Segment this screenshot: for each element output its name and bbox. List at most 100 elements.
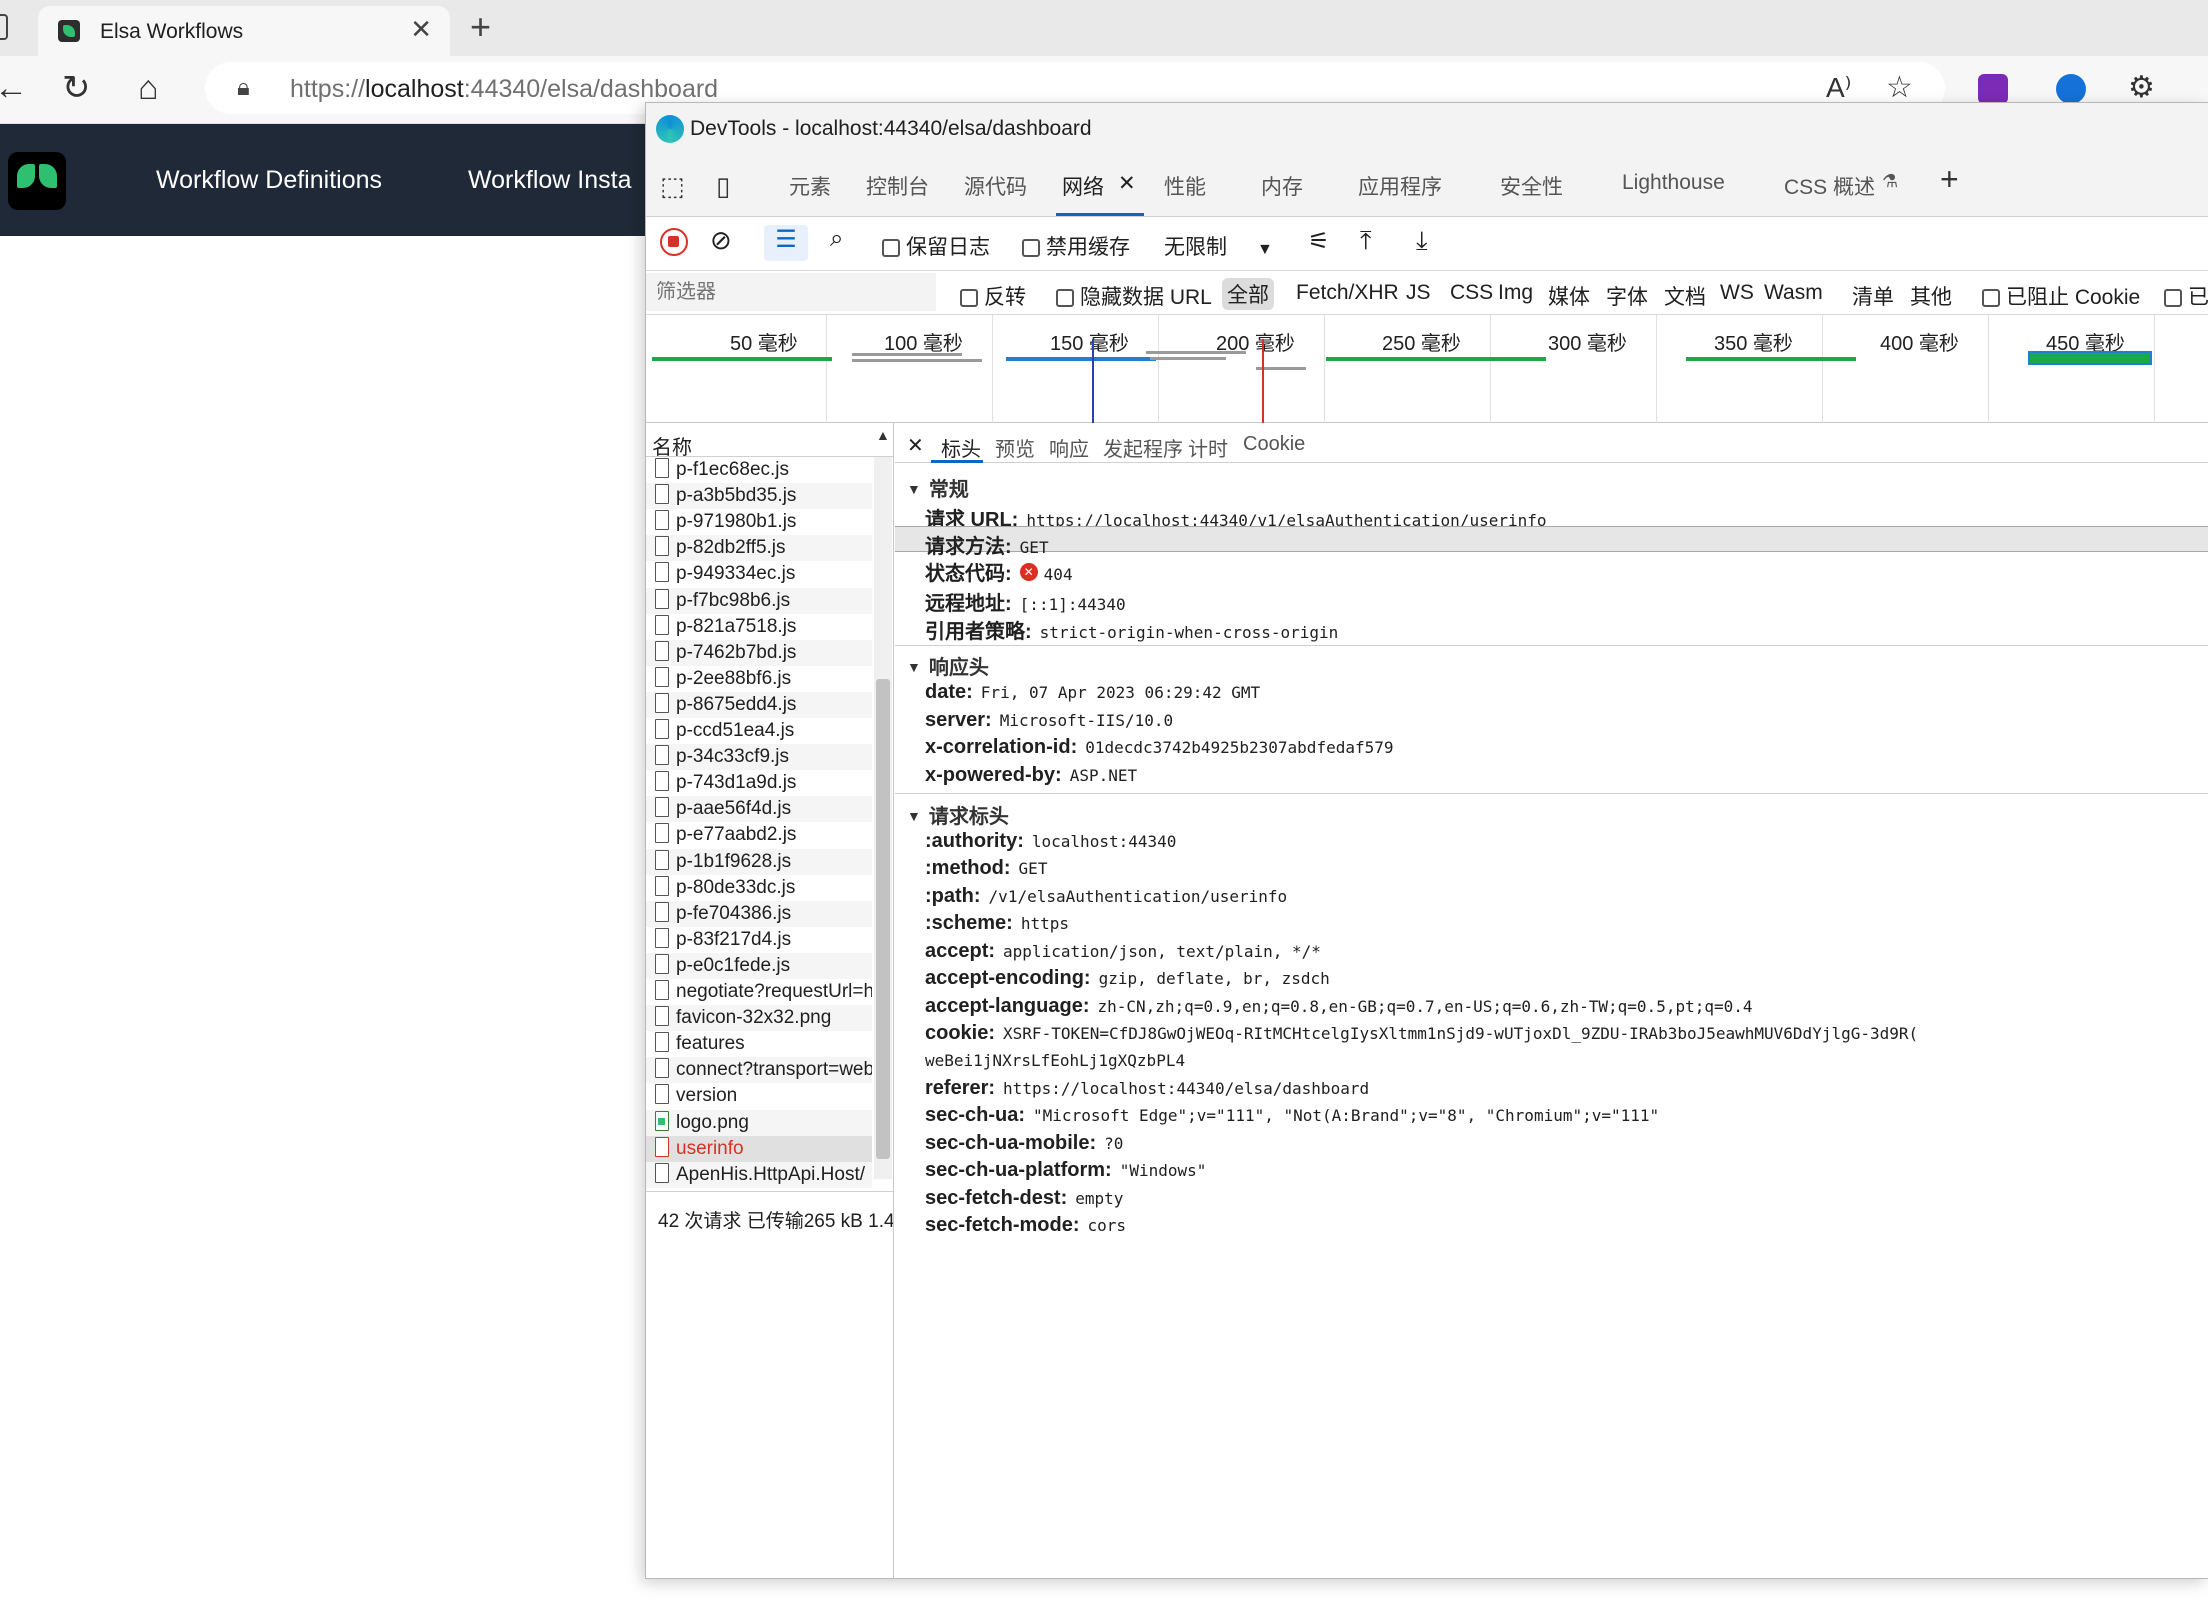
inspect-element-icon[interactable]: ⬚ xyxy=(660,171,685,202)
request-row[interactable]: p-fe704386.js xyxy=(646,900,872,927)
more-tabs-plus-icon[interactable]: + xyxy=(1940,161,1959,198)
request-row[interactable]: p-821a7518.js xyxy=(646,614,872,640)
status-code-row: 状态代码: ✕ 404 xyxy=(925,563,1073,585)
tab-timing[interactable]: 计时 xyxy=(1188,433,1228,462)
name-column-header[interactable]: 名称 xyxy=(652,431,692,460)
url-text[interactable]: https://localhost:44340/elsa/dashboard xyxy=(290,75,718,104)
onenote-extension-icon[interactable] xyxy=(1978,74,2008,104)
tab-sources[interactable]: 源代码 xyxy=(964,171,1027,201)
close-details-icon[interactable]: ✕ xyxy=(907,433,924,458)
network-conditions-icon[interactable]: ⚟ xyxy=(1308,227,1330,256)
browser-tab[interactable]: Elsa Workflows ✕ xyxy=(38,6,450,56)
general-section-toggle[interactable]: ▼ 常规 xyxy=(907,473,969,502)
device-emulation-icon[interactable]: ▯ xyxy=(716,171,730,202)
filter-type-img[interactable]: Img xyxy=(1498,281,1533,305)
hide-data-urls-checkbox[interactable]: 隐藏数据 URL xyxy=(1056,281,1212,311)
request-row[interactable]: p-743d1a9d.js xyxy=(646,770,872,796)
filter-icon[interactable]: ☰ xyxy=(764,225,808,261)
request-row[interactable]: p-e0c1fede.js xyxy=(646,952,872,979)
request-row[interactable]: p-34c33cf9.js xyxy=(646,744,872,771)
request-row[interactable]: p-949334ec.js xyxy=(646,561,872,587)
request-list-header[interactable]: 名称 ▲ xyxy=(646,423,893,460)
request-row[interactable]: p-1b1f9628.js xyxy=(646,848,872,875)
tab-performance[interactable]: 性能 xyxy=(1164,171,1206,201)
truncated-checkbox[interactable]: 已 xyxy=(2164,281,2208,311)
export-har-icon[interactable]: ⤓ xyxy=(1416,225,1428,257)
filter-type-css[interactable]: CSS xyxy=(1450,281,1493,305)
request-row[interactable]: userinfo xyxy=(646,1135,872,1162)
filter-type-other[interactable]: 其他 xyxy=(1910,281,1952,311)
request-row[interactable]: p-f7bc98b6.js xyxy=(646,587,872,614)
record-icon[interactable] xyxy=(660,228,688,256)
search-icon[interactable]: ⌕ xyxy=(830,225,843,253)
filter-type-doc[interactable]: 文档 xyxy=(1664,281,1706,311)
tab-close-icon[interactable]: ✕ xyxy=(410,14,432,45)
preserve-log-checkbox[interactable]: 保留日志 xyxy=(882,231,990,261)
tab-preview[interactable]: 预览 xyxy=(995,433,1035,462)
request-row[interactable]: p-aae56f4d.js xyxy=(646,796,872,823)
tab-lighthouse[interactable]: Lighthouse xyxy=(1622,171,1725,195)
request-row[interactable]: p-a3b5bd35.js xyxy=(646,483,872,510)
tab-headers[interactable]: 标头 xyxy=(941,433,981,462)
tab-application[interactable]: 应用程序 xyxy=(1358,171,1442,201)
request-row[interactable]: ApenHis.HttpApi.Host/ xyxy=(646,1161,872,1188)
clear-icon[interactable]: ⊘ xyxy=(710,225,732,256)
tab-initiator[interactable]: 发起程序 xyxy=(1103,433,1183,462)
request-row[interactable]: logo.png xyxy=(646,1109,872,1136)
back-icon[interactable]: ← xyxy=(0,68,28,108)
request-row[interactable]: negotiate?requestUrl=https%... xyxy=(646,979,872,1005)
filter-type-js[interactable]: JS xyxy=(1406,281,1431,305)
request-row[interactable]: p-971980b1.js xyxy=(646,509,872,535)
response-headers-section-toggle[interactable]: ▼ 响应头 xyxy=(907,651,989,680)
request-row[interactable]: p-f1ec68ec.js xyxy=(646,457,872,483)
tab-css-overview[interactable]: CSS 概述 xyxy=(1784,171,1875,201)
previous-tab-edge[interactable] xyxy=(0,14,8,40)
filter-type-ws[interactable]: WS xyxy=(1720,281,1754,305)
request-row[interactable]: p-ccd51ea4.js xyxy=(646,718,872,744)
request-row[interactable]: p-7462b7bd.js xyxy=(646,639,872,666)
tab-response[interactable]: 响应 xyxy=(1049,433,1089,462)
request-row[interactable]: version xyxy=(646,1083,872,1109)
filter-type-all[interactable]: 全部 xyxy=(1222,278,1274,310)
request-row[interactable]: p-83f217d4.js xyxy=(646,927,872,953)
filter-input[interactable] xyxy=(646,273,936,311)
import-har-icon[interactable]: ⤒ xyxy=(1360,225,1372,257)
tab-security[interactable]: 安全性 xyxy=(1500,171,1563,201)
filter-type-media[interactable]: 媒体 xyxy=(1548,281,1590,311)
tab-console[interactable]: 控制台 xyxy=(866,171,929,201)
elsa-logo[interactable] xyxy=(8,152,66,210)
request-row[interactable]: p-8675edd4.js xyxy=(646,691,872,718)
tab-network-close-icon[interactable]: ✕ xyxy=(1118,171,1136,196)
request-row[interactable]: connect?transport=webSocke xyxy=(646,1057,872,1084)
filter-type-font[interactable]: 字体 xyxy=(1606,281,1648,311)
request-headers-section-toggle[interactable]: ▼ 请求标头 xyxy=(907,800,1009,829)
throttle-select[interactable]: 无限制 ▼ xyxy=(1164,231,1273,261)
nav-workflow-instances[interactable]: Workflow Insta xyxy=(468,166,631,195)
json-extension-icon[interactable] xyxy=(2056,74,2086,104)
refresh-icon[interactable]: ↻ xyxy=(62,68,91,108)
new-tab-icon[interactable]: + xyxy=(470,6,491,48)
request-row[interactable]: features xyxy=(646,1031,872,1057)
network-overview-timeline[interactable]: 50 毫秒 100 毫秒 150 毫秒 200 毫秒 250 毫秒 300 毫秒… xyxy=(646,315,2208,423)
request-row[interactable]: p-2ee88bf6.js xyxy=(646,666,872,692)
request-row[interactable]: p-80de33dc.js xyxy=(646,875,872,901)
home-icon[interactable]: ⌂ xyxy=(138,68,159,108)
request-name: p-83f217d4.js xyxy=(676,928,792,950)
tab-network[interactable]: 网络 xyxy=(1062,171,1104,201)
request-row[interactable]: favicon-32x32.png xyxy=(646,1005,872,1032)
request-row[interactable]: p-e77aabd2.js xyxy=(646,822,872,848)
request-list-scroll-thumb[interactable] xyxy=(876,679,890,1159)
blocked-cookies-checkbox[interactable]: 已阻止 Cookie xyxy=(1982,281,2140,311)
tab-memory[interactable]: 内存 xyxy=(1261,171,1303,201)
invert-checkbox[interactable]: 反转 xyxy=(960,281,1026,311)
disable-cache-checkbox[interactable]: 禁用缓存 xyxy=(1022,231,1130,261)
lock-icon[interactable]: 🔒︎ xyxy=(237,74,250,102)
filter-type-manifest[interactable]: 清单 xyxy=(1852,281,1894,311)
request-row[interactable]: p-82db2ff5.js xyxy=(646,535,872,562)
tab-cookies[interactable]: Cookie xyxy=(1243,433,1305,456)
tab-title: Elsa Workflows xyxy=(100,20,244,43)
filter-type-wasm[interactable]: Wasm xyxy=(1764,281,1823,305)
tab-elements[interactable]: 元素 xyxy=(789,171,831,201)
filter-type-fetch-xhr[interactable]: Fetch/XHR xyxy=(1296,281,1399,305)
nav-workflow-definitions[interactable]: Workflow Definitions xyxy=(156,166,382,195)
